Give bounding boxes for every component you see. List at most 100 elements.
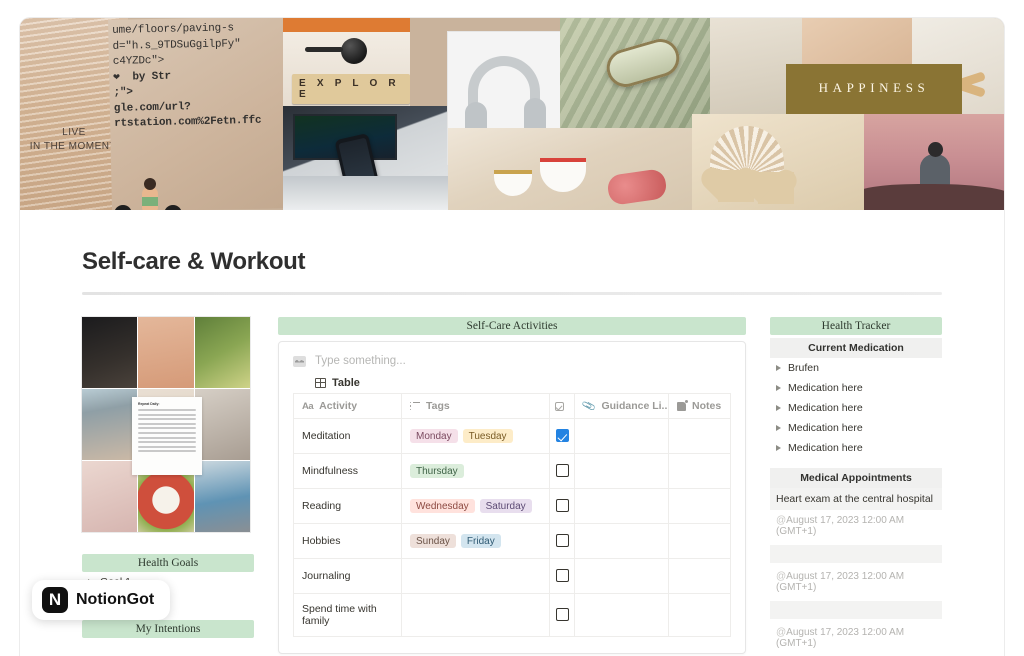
cell-notes[interactable] — [668, 453, 731, 489]
table-block-label[interactable]: Table — [315, 377, 731, 389]
appointment-name-empty[interactable] — [770, 545, 942, 563]
cell-activity[interactable]: Spend time with family — [293, 593, 402, 637]
cell-tags[interactable]: Wednesday Saturday — [401, 488, 550, 524]
tag-list: Wednesday Saturday — [402, 491, 549, 521]
cell-tags[interactable] — [401, 593, 550, 637]
cell-notes[interactable] — [668, 558, 731, 594]
cell-notes[interactable] — [668, 523, 731, 559]
cell-notes[interactable] — [668, 593, 731, 637]
activity-text: Mindfulness — [302, 465, 359, 477]
cell-guidance[interactable] — [574, 558, 669, 594]
tag-list: Thursday — [402, 456, 549, 486]
note-line — [138, 431, 196, 434]
cell-activity[interactable]: Journaling — [293, 558, 402, 594]
column-label: Guidance Li... — [601, 400, 668, 412]
appointment-date[interactable]: @August 17, 2023 12:00 AM (GMT+1) — [770, 622, 942, 654]
page-title: Self-care & Workout — [82, 248, 306, 275]
right-column: Health Tracker Current Medication Brufen… — [770, 317, 942, 656]
cell-notes[interactable] — [668, 488, 731, 524]
table-row[interactable]: Reading Wednesday Saturday — [293, 488, 731, 524]
cell-checkbox[interactable] — [549, 453, 575, 489]
medication-item[interactable]: Medication here — [770, 418, 942, 438]
column-label: Notes — [692, 400, 722, 412]
column-header-checkbox[interactable] — [549, 393, 575, 419]
table-label-text: Table — [332, 377, 360, 389]
cell-activity[interactable]: Hobbies — [293, 523, 402, 559]
note-icon — [677, 399, 688, 411]
row-checkbox[interactable] — [555, 464, 569, 478]
cell-guidance[interactable] — [574, 523, 669, 559]
cell-tags[interactable]: Thursday — [401, 453, 550, 489]
cell-notes[interactable] — [668, 418, 731, 454]
activity-text: Journaling — [302, 570, 351, 582]
tag-wednesday[interactable]: Wednesday — [410, 499, 475, 513]
row-checkbox[interactable] — [555, 608, 569, 622]
table-row[interactable]: Meditation Monday Tuesday — [293, 418, 731, 454]
cell-tags[interactable]: Monday Tuesday — [401, 418, 550, 454]
notes-text — [669, 461, 730, 482]
guidance-text — [575, 461, 668, 482]
image-placeholder-icon — [293, 355, 306, 367]
medical-appointments-header: Medical Appointments — [770, 468, 942, 488]
chevron-right-icon[interactable] — [776, 365, 781, 371]
row-checkbox[interactable] — [555, 429, 569, 443]
note-line — [138, 436, 196, 439]
cell-checkbox[interactable] — [549, 488, 575, 524]
cell-tags[interactable]: Sunday Friday — [401, 523, 550, 559]
cover-label-explore: E X P L O R E — [292, 74, 410, 104]
tag-tuesday[interactable]: Tuesday — [462, 429, 513, 443]
column-header-tags[interactable]: Tags — [401, 393, 550, 419]
cell-guidance[interactable] — [574, 418, 669, 454]
tag-friday[interactable]: Friday — [460, 534, 501, 548]
cell-guidance[interactable] — [574, 453, 669, 489]
column-header-notes[interactable]: Notes — [668, 393, 731, 419]
cell-guidance[interactable] — [574, 593, 669, 637]
tag-sunday[interactable]: Sunday — [410, 534, 456, 548]
tag-list — [402, 568, 549, 584]
chevron-right-icon[interactable] — [776, 385, 781, 391]
tag-thursday[interactable]: Thursday — [410, 464, 464, 478]
barbell-girl-sticker — [114, 178, 184, 210]
column-header-activity[interactable]: Aa Activity — [293, 393, 402, 419]
current-medication-header: Current Medication — [770, 338, 942, 358]
cell-checkbox[interactable] — [549, 593, 575, 637]
medication-item[interactable]: Medication here — [770, 438, 942, 458]
cell-guidance[interactable] — [574, 488, 669, 524]
activity-text: Reading — [302, 500, 342, 512]
type-something-row[interactable]: Type something... — [293, 355, 731, 367]
chevron-right-icon[interactable] — [776, 425, 781, 431]
cell-activity[interactable]: Mindfulness — [293, 453, 402, 489]
appointment-date-text: August 17, 2023 12:00 AM (GMT+1) — [776, 627, 905, 649]
cell-checkbox[interactable] — [549, 523, 575, 559]
medication-item[interactable]: Medication here — [770, 378, 942, 398]
chevron-right-icon[interactable] — [776, 405, 781, 411]
cell-tags[interactable] — [401, 558, 550, 594]
cell-activity[interactable]: Meditation — [293, 418, 402, 454]
table-row[interactable]: Spend time with family — [293, 593, 731, 637]
appointment-name[interactable]: Heart exam at the central hospital — [770, 488, 942, 510]
column-header-guidance[interactable]: 📎 Guidance Li... — [574, 393, 669, 419]
cell-checkbox[interactable] — [549, 418, 575, 454]
tag-saturday[interactable]: Saturday — [479, 499, 532, 513]
appointment-name-empty[interactable] — [770, 601, 942, 619]
appointment-date[interactable]: @August 17, 2023 12:00 AM (GMT+1) — [770, 510, 942, 542]
cell-checkbox[interactable] — [549, 558, 575, 594]
activity-text: Hobbies — [302, 535, 341, 547]
medication-item[interactable]: Brufen — [770, 358, 942, 378]
notiongot-label: NotionGot — [76, 591, 155, 608]
row-checkbox[interactable] — [555, 534, 569, 548]
table-row[interactable]: Mindfulness Thursday — [293, 453, 731, 489]
tag-monday[interactable]: Monday — [410, 429, 458, 443]
appointment-date[interactable]: @August 17, 2023 12:00 AM (GMT+1) — [770, 566, 942, 598]
medication-item[interactable]: Medication here — [770, 398, 942, 418]
collage-cell — [138, 317, 194, 388]
row-checkbox[interactable] — [555, 499, 569, 513]
appointment-date-text: August 17, 2023 12:00 AM (GMT+1) — [776, 571, 905, 593]
chevron-right-icon[interactable] — [776, 445, 781, 451]
collage-cell — [82, 389, 138, 460]
table-row[interactable]: Hobbies Sunday Friday — [293, 523, 731, 559]
table-row[interactable]: Journaling — [293, 558, 731, 594]
cover-hand — [320, 178, 388, 210]
cell-activity[interactable]: Reading — [293, 488, 402, 524]
row-checkbox[interactable] — [555, 569, 569, 583]
